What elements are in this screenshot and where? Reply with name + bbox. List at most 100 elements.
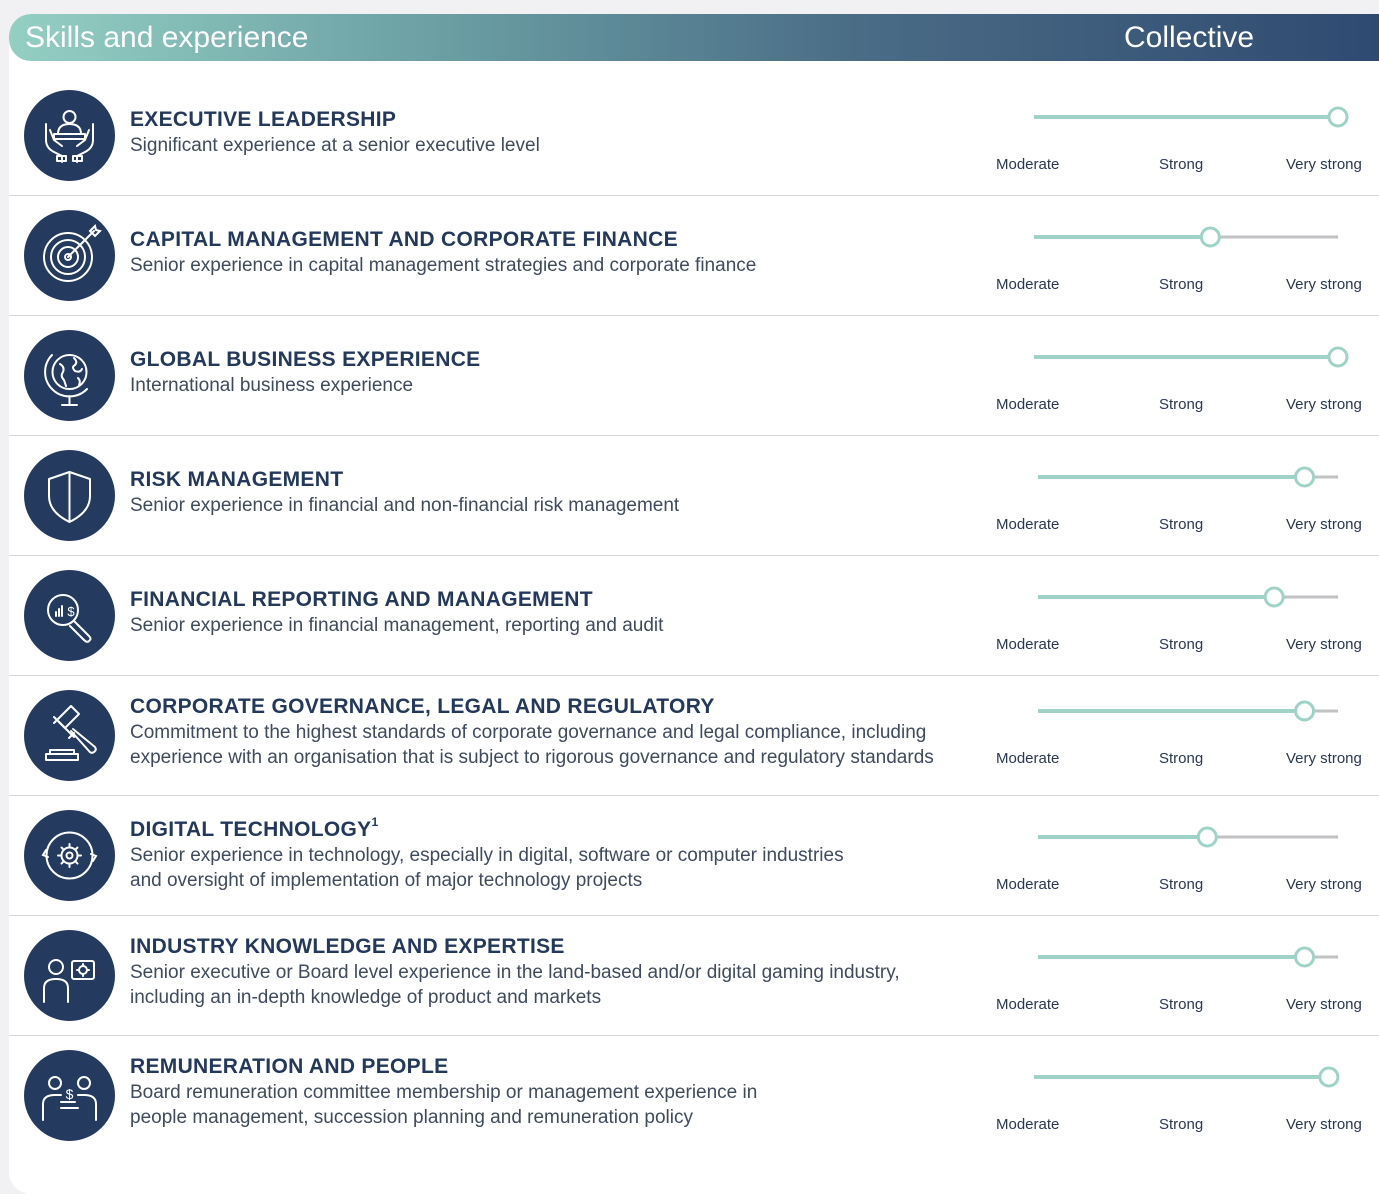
scale-knob xyxy=(1327,346,1349,368)
skill-row: EXECUTIVE LEADERSHIP Significant experie… xyxy=(9,76,1379,196)
digital-gear-icon xyxy=(24,810,115,901)
skill-row: $ REMUNERATION AND PEOPLE Board remunera… xyxy=(9,1036,1379,1156)
skill-description: Commitment to the highest standards of c… xyxy=(130,722,927,743)
scale-label-very-strong: Very strong xyxy=(1286,276,1362,293)
skill-text: FINANCIAL REPORTING AND MANAGEMENT Senio… xyxy=(130,556,1000,676)
skill-title: RISK MANAGEMENT xyxy=(130,467,344,491)
svg-text:$: $ xyxy=(66,1086,74,1102)
scale-knob xyxy=(1263,586,1285,608)
skill-row: CAPITAL MANAGEMENT AND CORPORATE FINANCE… xyxy=(9,196,1379,316)
skill-text: CAPITAL MANAGEMENT AND CORPORATE FINANCE… xyxy=(130,196,1000,316)
skill-title: EXECUTIVE LEADERSHIP xyxy=(130,107,397,131)
scale-label-strong: Strong xyxy=(1159,1116,1204,1133)
scale-label-moderate: Moderate xyxy=(996,276,1060,293)
skill-title: INDUSTRY KNOWLEDGE AND EXPERTISE xyxy=(130,935,565,958)
scale-label-moderate: Moderate xyxy=(996,750,1060,767)
scale-knob xyxy=(1294,946,1316,968)
skill-description: International business experience xyxy=(130,374,414,396)
skill-description-line2: people management, succession planning a… xyxy=(130,1107,693,1128)
skill-description-block: Senior experience in technology, especia… xyxy=(130,843,1000,893)
gavel-icon xyxy=(24,690,115,781)
collective-heading: Collective xyxy=(1124,21,1255,54)
skills-card: Skills and experience Collective EXECUTI… xyxy=(9,14,1379,1194)
skill-title: REMUNERATION AND PEOPLE xyxy=(130,1055,449,1078)
scale-label-very-strong: Very strong xyxy=(1286,156,1362,173)
footnote-marker: 1 xyxy=(371,815,379,829)
scale-label-strong: Strong xyxy=(1159,750,1204,767)
leadership-icon xyxy=(24,90,115,181)
skill-title: CORPORATE GOVERNANCE, LEGAL AND REGULATO… xyxy=(130,695,715,718)
skill-title: DIGITAL TECHNOLOGY1 xyxy=(130,815,379,841)
skill-row: DIGITAL TECHNOLOGY1 Senior experience in… xyxy=(9,796,1379,916)
skill-description: Senior executive or Board level experien… xyxy=(130,962,900,983)
scale-label-moderate: Moderate xyxy=(996,876,1060,893)
skill-description-block: Senior executive or Board level experien… xyxy=(130,960,1000,1010)
scale-label-moderate: Moderate xyxy=(996,1116,1060,1133)
skill-text: INDUSTRY KNOWLEDGE AND EXPERTISE Senior … xyxy=(130,916,1000,1036)
skill-description: Senior experience in capital management … xyxy=(130,254,757,276)
skill-row: CORPORATE GOVERNANCE, LEGAL AND REGULATO… xyxy=(9,676,1379,796)
header-banner: Skills and experience Collective xyxy=(9,14,1379,61)
scale-label-very-strong: Very strong xyxy=(1286,516,1362,533)
rating-scale: Moderate Strong Very strong xyxy=(989,556,1374,676)
skill-text: REMUNERATION AND PEOPLE Board remunerati… xyxy=(130,1036,1000,1156)
scale-label-strong: Strong xyxy=(1159,276,1204,293)
skill-description-line2: experience with an organisation that is … xyxy=(130,747,934,768)
rating-scale: Moderate Strong Very strong xyxy=(989,796,1374,916)
person-gear-icon xyxy=(24,930,115,1021)
skill-description-line2: and oversight of implementation of major… xyxy=(130,870,643,891)
skill-row: $ FINANCIAL REPORTING AND MANAGEMENT Sen… xyxy=(9,556,1379,676)
skill-title: GLOBAL BUSINESS EXPERIENCE xyxy=(130,347,481,371)
rating-scale: Moderate Strong Very strong xyxy=(989,436,1374,556)
skill-description: Senior experience in financial and non-f… xyxy=(130,494,680,516)
scale-label-moderate: Moderate xyxy=(996,996,1060,1013)
scale-label-very-strong: Very strong xyxy=(1286,396,1362,413)
scale-knob xyxy=(1294,700,1316,722)
rating-scale: Moderate Strong Very strong xyxy=(989,1036,1374,1156)
skill-row: RISK MANAGEMENT Senior experience in fin… xyxy=(9,436,1379,556)
scale-label-very-strong: Very strong xyxy=(1286,636,1362,653)
skill-description: Board remuneration committee membership … xyxy=(130,1082,758,1103)
scale-label-moderate: Moderate xyxy=(996,156,1060,173)
skill-description-block: Senior experience in capital management … xyxy=(130,253,1000,278)
skill-description: Senior experience in technology, especia… xyxy=(130,845,844,866)
rating-scale: Moderate Strong Very strong xyxy=(989,76,1374,196)
scale-knob xyxy=(1196,826,1218,848)
skill-description: Significant experience at a senior execu… xyxy=(130,134,540,156)
skill-description-block: Significant experience at a senior execu… xyxy=(130,133,1000,158)
skills-list: EXECUTIVE LEADERSHIP Significant experie… xyxy=(9,76,1379,1156)
skill-description-block: Senior experience in financial and non-f… xyxy=(130,493,1000,518)
skill-description-block: Senior experience in financial managemen… xyxy=(130,613,1000,638)
scale-label-strong: Strong xyxy=(1159,876,1204,893)
skill-text: DIGITAL TECHNOLOGY1 Senior experience in… xyxy=(130,796,1000,916)
scale-label-strong: Strong xyxy=(1159,156,1204,173)
skill-title: FINANCIAL REPORTING AND MANAGEMENT xyxy=(130,587,593,611)
skill-title: CAPITAL MANAGEMENT AND CORPORATE FINANCE xyxy=(130,227,678,251)
scale-label-strong: Strong xyxy=(1159,396,1204,413)
skill-text: GLOBAL BUSINESS EXPERIENCE International… xyxy=(130,316,1000,436)
skill-description-block: International business experience xyxy=(130,373,1000,398)
skill-row: GLOBAL BUSINESS EXPERIENCE International… xyxy=(9,316,1379,436)
scale-label-moderate: Moderate xyxy=(996,516,1060,533)
scale-label-very-strong: Very strong xyxy=(1286,750,1362,767)
section-title: Skills and experience xyxy=(25,21,309,54)
people-dollar-icon: $ xyxy=(24,1050,115,1141)
scale-label-moderate: Moderate xyxy=(996,636,1060,653)
rating-scale: Moderate Strong Very strong xyxy=(989,196,1374,316)
rating-scale: Moderate Strong Very strong xyxy=(989,316,1374,436)
scale-label-moderate: Moderate xyxy=(996,396,1060,413)
skill-description-block: Board remuneration committee membership … xyxy=(130,1080,1000,1130)
scale-knob xyxy=(1294,466,1316,488)
scale-label-very-strong: Very strong xyxy=(1286,996,1362,1013)
skill-description: Senior experience in financial managemen… xyxy=(130,614,664,636)
scale-label-strong: Strong xyxy=(1159,996,1204,1013)
scale-knob xyxy=(1327,106,1349,128)
scale-label-very-strong: Very strong xyxy=(1286,876,1362,893)
globe-icon xyxy=(24,330,115,421)
scale-knob xyxy=(1199,226,1221,248)
svg-text:$: $ xyxy=(67,604,75,619)
skill-description-block: Commitment to the highest standards of c… xyxy=(130,720,1000,770)
skill-description-line2: including an in-depth knowledge of produ… xyxy=(130,987,602,1008)
skill-text: CORPORATE GOVERNANCE, LEGAL AND REGULATO… xyxy=(130,676,1000,796)
scale-knob xyxy=(1318,1066,1340,1088)
